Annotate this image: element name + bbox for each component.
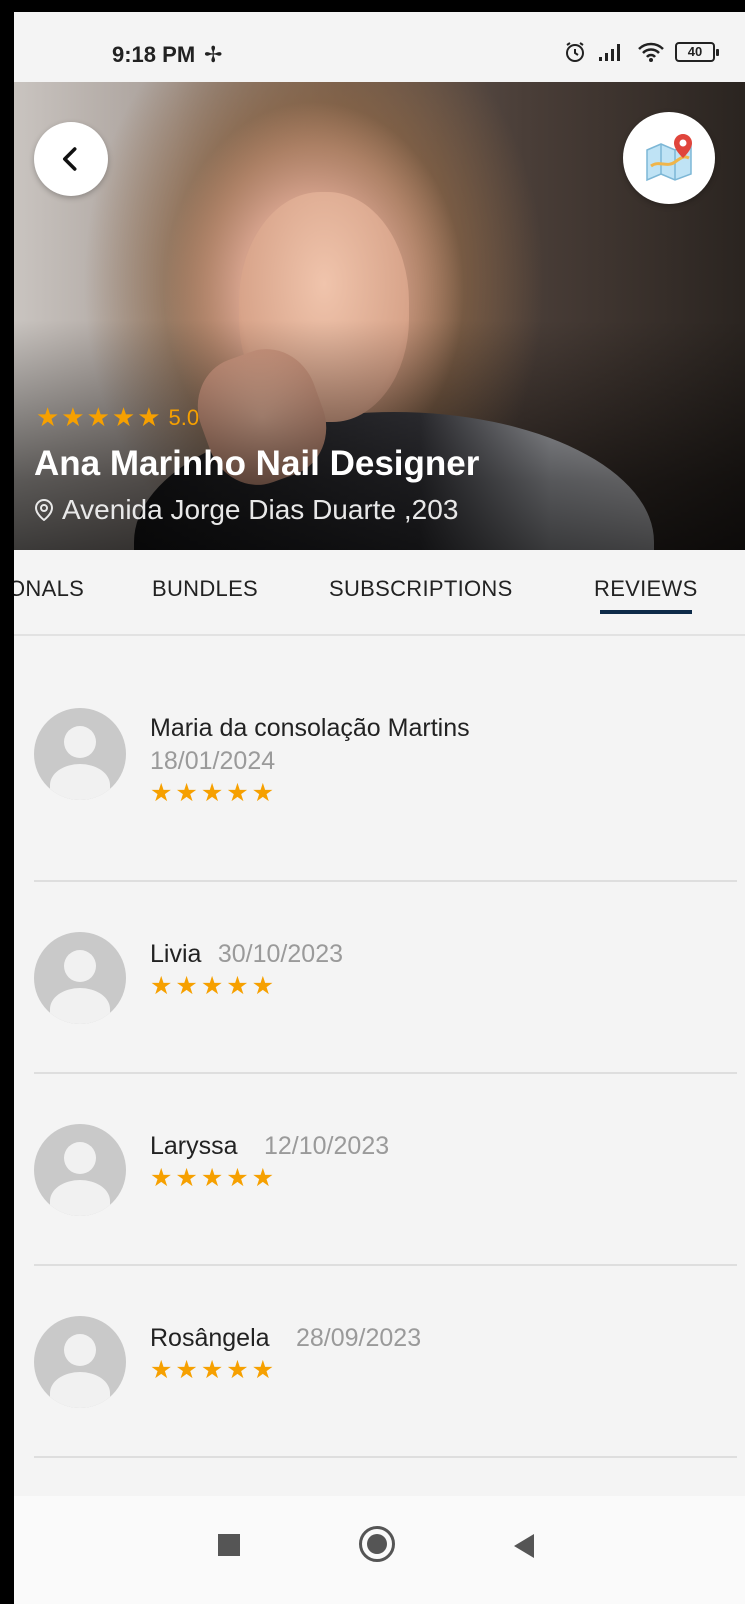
business-hero: ★★★★★ 5.0 Ana Marinho Nail Designer Aven… xyxy=(14,82,745,550)
business-rating: ★★★★★ 5.0 xyxy=(36,402,199,433)
tab-reviews[interactable]: REVIEWS xyxy=(594,576,698,614)
review-header: Rosângela 28/09/2023 ★★★★★ xyxy=(150,1324,421,1385)
back-triangle-icon[interactable] xyxy=(514,1534,534,1558)
star-icon: ★★★★★ xyxy=(36,402,163,432)
map-pin-icon xyxy=(646,134,692,182)
rating-value: 5.0 xyxy=(168,404,200,430)
review-header: Maria da consolação Martins 18/01/2024 ★… xyxy=(150,714,470,808)
review-item: Livia 30/10/2023 ★★★★★ xyxy=(34,882,737,1074)
reviewer-name: Rosângela xyxy=(150,1324,270,1352)
review-date: 30/10/2023 xyxy=(217,940,343,968)
business-name: Ana Marinho Nail Designer xyxy=(34,444,480,483)
recents-icon[interactable] xyxy=(218,1534,240,1556)
avatar xyxy=(34,1316,126,1408)
star-icon: ★★★★★ xyxy=(150,1356,278,1384)
status-bar: 9:18 PM ✢ 40 xyxy=(14,12,745,82)
star-icon: ★★★★★ xyxy=(150,1164,278,1192)
alarm-icon xyxy=(566,42,584,62)
avatar xyxy=(34,1124,126,1216)
chevron-left-icon xyxy=(63,147,77,171)
star-icon: ★★★★★ xyxy=(150,972,278,1000)
star-icon: ★★★★★ xyxy=(150,779,278,807)
business-address: Avenida Jorge Dias Duarte ,203 xyxy=(34,494,458,526)
review-item: Laryssa 12/10/2023 ★★★★★ xyxy=(34,1074,737,1266)
fan-icon: ✢ xyxy=(204,42,223,67)
review-item: Maria da consolação Martins 18/01/2024 ★… xyxy=(34,636,737,882)
back-button[interactable] xyxy=(34,122,108,196)
avatar xyxy=(34,932,126,1024)
signal-icon xyxy=(599,44,620,61)
app-screen: 9:18 PM ✢ 40 ★★★★★ 5.0 Ana Marinho Nail … xyxy=(0,0,745,1604)
review-header: Livia 30/10/2023 ★★★★★ xyxy=(150,940,343,1001)
tab-subscriptions[interactable]: SUBSCRIPTIONS xyxy=(329,576,513,602)
tab-bar: ONALS BUNDLES SUBSCRIPTIONS REVIEWS xyxy=(14,550,745,636)
review-item: Rosângela 28/09/2023 ★★★★★ xyxy=(34,1266,737,1458)
system-nav-bar xyxy=(14,1496,745,1604)
home-icon[interactable] xyxy=(359,1526,395,1562)
tab-professionals[interactable]: ONALS xyxy=(14,576,84,602)
location-pin-icon xyxy=(34,499,54,521)
review-header: Laryssa 12/10/2023 ★★★★★ xyxy=(150,1132,389,1193)
wifi-icon xyxy=(638,42,664,62)
review-date: 12/10/2023 xyxy=(264,1132,390,1160)
status-icons: 40 xyxy=(563,40,719,64)
map-button[interactable] xyxy=(623,112,715,204)
reviewer-name: Livia xyxy=(150,940,202,968)
reviewer-name: Laryssa xyxy=(150,1132,238,1160)
tab-bundles[interactable]: BUNDLES xyxy=(152,576,258,602)
reviewer-name: Maria da consolação Martins xyxy=(150,714,470,742)
review-date: 18/01/2024 xyxy=(150,747,276,775)
status-time: 9:18 PM xyxy=(112,42,196,67)
address-text: Avenida Jorge Dias Duarte ,203 xyxy=(62,494,459,525)
review-date: 28/09/2023 xyxy=(295,1324,422,1352)
battery-icon: 40 xyxy=(675,42,719,62)
avatar xyxy=(34,708,126,800)
